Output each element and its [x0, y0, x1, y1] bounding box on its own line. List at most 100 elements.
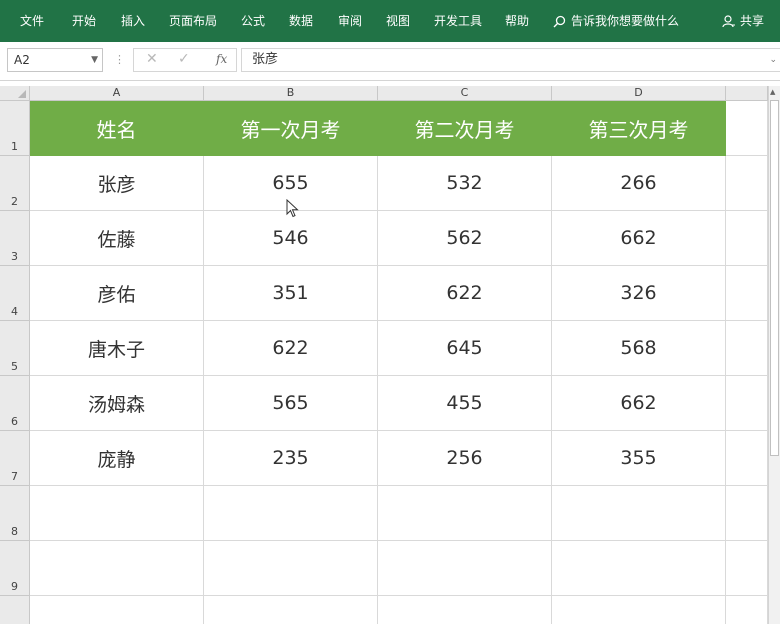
row-header-7[interactable]: 7: [0, 431, 30, 486]
tab-file[interactable]: 文件: [20, 12, 44, 29]
cell[interactable]: [204, 486, 378, 541]
tab-view[interactable]: 视图: [386, 12, 410, 29]
row-header-8[interactable]: 8: [0, 486, 30, 541]
cell-c6[interactable]: 455: [378, 376, 552, 431]
share-button[interactable]: 共享: [722, 12, 764, 29]
cell-b5[interactable]: 622: [204, 321, 378, 376]
tab-formulas[interactable]: 公式: [241, 12, 265, 29]
cell-d5[interactable]: 568: [552, 321, 726, 376]
tell-me-search[interactable]: 告诉我你想要做什么: [553, 12, 679, 29]
chevron-down-icon[interactable]: ▼: [91, 49, 98, 71]
row-number: 1: [11, 140, 18, 153]
cell-b7[interactable]: 235: [204, 431, 378, 486]
cell-c4[interactable]: 622: [378, 266, 552, 321]
column-header-d[interactable]: D: [552, 86, 726, 101]
header-cell-exam2[interactable]: 第二次月考: [378, 101, 552, 156]
cell-c7[interactable]: 256: [378, 431, 552, 486]
cell[interactable]: [726, 101, 768, 156]
cell-c3[interactable]: 562: [378, 211, 552, 266]
cell[interactable]: [726, 211, 768, 266]
tab-page-layout[interactable]: 页面布局: [169, 12, 217, 29]
cell[interactable]: [726, 376, 768, 431]
cell[interactable]: [30, 486, 204, 541]
cell[interactable]: [552, 486, 726, 541]
cell[interactable]: [726, 596, 768, 624]
cell[interactable]: [726, 431, 768, 486]
cell[interactable]: [726, 266, 768, 321]
select-all-corner[interactable]: [0, 86, 30, 101]
cell-a3[interactable]: 佐藤: [30, 211, 204, 266]
cell[interactable]: [378, 596, 552, 624]
row-header-1[interactable]: 1: [0, 101, 30, 156]
formula-input[interactable]: 张彦 ⌄: [241, 48, 780, 72]
row-number: 8: [11, 525, 18, 538]
expand-formula-icon[interactable]: ⌄: [769, 49, 777, 71]
cell-b3[interactable]: 546: [204, 211, 378, 266]
cell[interactable]: [30, 596, 204, 624]
cell-d7[interactable]: 355: [552, 431, 726, 486]
vertical-scrollbar[interactable]: ▲: [768, 86, 780, 624]
tab-review[interactable]: 审阅: [338, 12, 362, 29]
insert-function-icon[interactable]: fx: [216, 52, 227, 66]
row-number: 7: [11, 470, 18, 483]
cell-b4[interactable]: 351: [204, 266, 378, 321]
row-header-2[interactable]: 2: [0, 156, 30, 211]
scrollbar-thumb[interactable]: [770, 100, 779, 456]
tab-developer[interactable]: 开发工具: [434, 12, 482, 29]
row-header-10[interactable]: [0, 596, 30, 624]
cell-d2[interactable]: 266: [552, 156, 726, 211]
cell[interactable]: [378, 541, 552, 596]
tab-home[interactable]: 开始: [72, 12, 96, 29]
ribbon-bar: 文件 开始 插入 页面布局 公式 数据 审阅 视图 开发工具 帮助 告诉我你想要…: [0, 0, 780, 42]
cell[interactable]: [726, 486, 768, 541]
name-box-value: A2: [14, 53, 30, 67]
share-label: 共享: [740, 14, 765, 28]
cell-c2[interactable]: 532: [378, 156, 552, 211]
cell[interactable]: [378, 486, 552, 541]
cell[interactable]: [204, 541, 378, 596]
drag-handle-icon[interactable]: ⋮: [114, 53, 125, 66]
row-number: 9: [11, 580, 18, 593]
cancel-icon[interactable]: ✕: [146, 51, 158, 67]
cell-a5[interactable]: 唐木子: [30, 321, 204, 376]
header-cell-name[interactable]: 姓名: [30, 101, 204, 156]
cell[interactable]: [204, 596, 378, 624]
tab-data[interactable]: 数据: [289, 12, 313, 29]
column-header-a[interactable]: A: [30, 86, 204, 101]
row-header-5[interactable]: 5: [0, 321, 30, 376]
cell[interactable]: [726, 541, 768, 596]
name-box[interactable]: A2 ▼: [7, 48, 103, 72]
header-cell-exam3[interactable]: 第三次月考: [552, 101, 726, 156]
row-number: 3: [11, 250, 18, 263]
cell[interactable]: [726, 321, 768, 376]
cell-a2[interactable]: 张彦: [30, 156, 204, 211]
cell-c5[interactable]: 645: [378, 321, 552, 376]
cell-d3[interactable]: 662: [552, 211, 726, 266]
row-number: 6: [11, 415, 18, 428]
mouse-pointer-icon: [286, 199, 299, 218]
tab-insert[interactable]: 插入: [121, 12, 145, 29]
column-header-e[interactable]: [726, 86, 768, 101]
header-cell-exam1[interactable]: 第一次月考: [204, 101, 378, 156]
formula-value: 张彦: [252, 52, 279, 67]
cell[interactable]: [726, 156, 768, 211]
cell-b6[interactable]: 565: [204, 376, 378, 431]
cell-d6[interactable]: 662: [552, 376, 726, 431]
scroll-up-icon[interactable]: ▲: [770, 88, 775, 96]
row-header-4[interactable]: 4: [0, 266, 30, 321]
cell[interactable]: [30, 541, 204, 596]
column-header-b[interactable]: B: [204, 86, 378, 101]
cell-a7[interactable]: 庞静: [30, 431, 204, 486]
cell-a4[interactable]: 彦佑: [30, 266, 204, 321]
column-header-c[interactable]: C: [378, 86, 552, 101]
row-header-6[interactable]: 6: [0, 376, 30, 431]
row-number: 2: [11, 195, 18, 208]
cell-a6[interactable]: 汤姆森: [30, 376, 204, 431]
tab-help[interactable]: 帮助: [505, 12, 529, 29]
row-header-9[interactable]: 9: [0, 541, 30, 596]
cell-d4[interactable]: 326: [552, 266, 726, 321]
cell[interactable]: [552, 541, 726, 596]
row-header-3[interactable]: 3: [0, 211, 30, 266]
cell[interactable]: [552, 596, 726, 624]
enter-icon[interactable]: ✓: [178, 51, 190, 67]
